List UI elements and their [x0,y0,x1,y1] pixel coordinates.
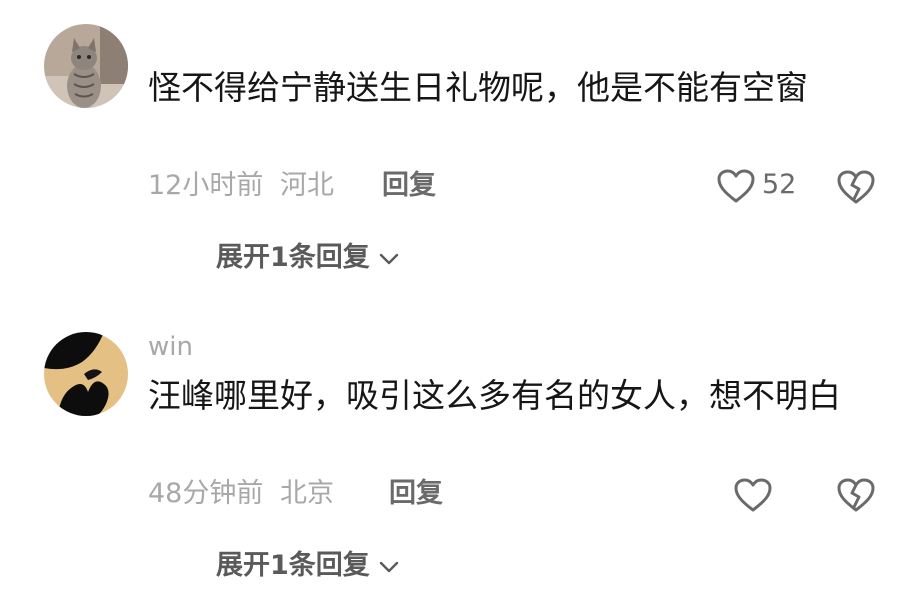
heart-outline-icon [717,169,755,203]
like-count: 52 [762,169,797,200]
chevron-down-icon [378,252,400,266]
comment-time: 48分钟前 [148,478,264,509]
reply-button[interactable]: 回复 [389,478,443,510]
comment-location: 北京 [279,478,334,509]
expand-replies-button[interactable]: 展开1条回复 [216,242,400,274]
broken-heart-icon [837,170,875,204]
comment-text: 怪不得给宁静送生日礼物呢，他是不能有空窗 [148,68,808,107]
dislike-button[interactable] [836,169,876,205]
dislike-button[interactable] [836,477,876,513]
comment-text: 汪峰哪里好，吸引这么多有名的女人，想不明白 [148,376,841,415]
chevron-down-icon [378,560,400,574]
heart-outline-icon [734,478,772,512]
avatar[interactable] [44,332,128,416]
like-button[interactable] [733,477,773,513]
username[interactable]: win [148,332,193,362]
expand-replies-label: 展开1条回复 [216,550,370,581]
broken-heart-icon [837,478,875,512]
comment-location: 河北 [279,170,334,201]
like-button[interactable] [716,168,756,204]
comment-meta: 12小时前 河北 [148,170,334,202]
expand-replies-button[interactable]: 展开1条回复 [216,550,400,582]
comment-meta: 48分钟前 北京 [148,478,334,510]
expand-replies-label: 展开1条回复 [216,242,370,273]
avatar[interactable] [44,24,128,108]
comment-time: 12小时前 [148,170,264,201]
reply-button[interactable]: 回复 [382,170,436,202]
